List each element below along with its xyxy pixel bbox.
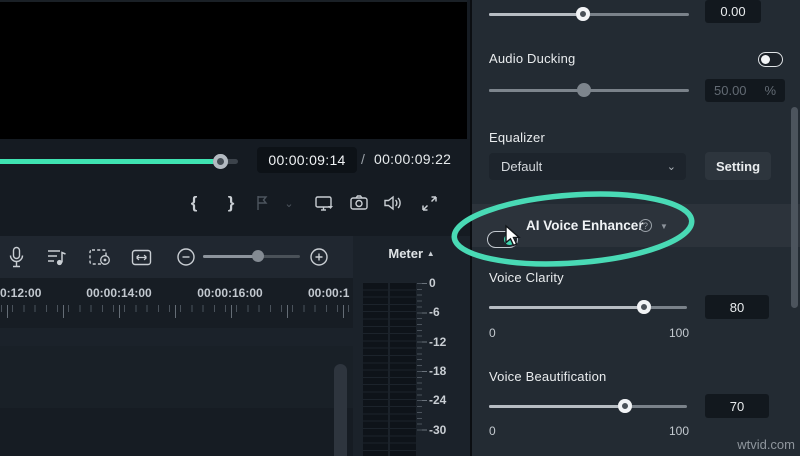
meter-scale-value: -24 [429, 393, 447, 407]
equalizer-label: Equalizer [489, 130, 545, 145]
fit-timeline-icon[interactable] [127, 236, 155, 278]
voice-beautification-label: Voice Beautification [489, 369, 607, 384]
meter-bar-right [390, 282, 416, 456]
meter-scale-value: 0 [429, 276, 436, 290]
mark-out-button[interactable]: } [223, 191, 239, 215]
voice-beautification-slider-handle[interactable] [618, 399, 632, 413]
audio-ducking-slider-handle[interactable] [577, 83, 591, 97]
percent-unit: % [764, 83, 776, 98]
meter-scale-value: -30 [429, 423, 447, 437]
ruler-label: 00:00:14:00 [86, 286, 152, 300]
player-bar: 00:00:09:14 / 00:00:09:22 { } ⌄ [0, 139, 470, 236]
marker-icon[interactable] [251, 191, 273, 215]
watermark: wtvid.com [737, 437, 795, 452]
voice-beautification-max: 100 [668, 424, 689, 438]
ai-voice-enhancer-toggle[interactable] [487, 231, 518, 248]
timecode-separator: / [361, 151, 365, 167]
meter-scale-value: -6 [429, 305, 440, 319]
meter-scale-value: -18 [429, 364, 447, 378]
timeline-zoom-handle[interactable] [252, 250, 264, 262]
timeline-toolbar [0, 236, 353, 278]
audio-mixer-icon[interactable] [42, 236, 72, 278]
zoom-out-icon[interactable] [173, 236, 199, 278]
voice-clarity-label: Voice Clarity [489, 270, 564, 285]
meter-header[interactable]: Meter ▲ [353, 246, 470, 261]
volume-icon[interactable] [380, 191, 406, 215]
equalizer-setting-button[interactable]: Setting [705, 152, 771, 180]
meter-bar-left [363, 282, 388, 456]
help-icon[interactable]: ? [639, 219, 652, 232]
timeline-track[interactable] [0, 346, 353, 408]
record-voiceover-icon[interactable] [2, 236, 30, 278]
snapshot-camera-icon[interactable] [347, 191, 371, 215]
voice-beautification-min: 0 [489, 424, 496, 438]
audio-ducking-label: Audio Ducking [489, 51, 576, 66]
current-timecode[interactable]: 00:00:09:14 [257, 147, 357, 173]
voice-clarity-slider[interactable] [489, 306, 687, 309]
ruler-minor-ticks[interactable] [1, 305, 353, 312]
ruler-label: 0:12:00 [0, 286, 42, 300]
ai-voice-enhancer-label: AI Voice Enhancer [526, 218, 644, 233]
display-device-icon[interactable] [312, 191, 336, 215]
audio-properties-panel: 0.00 Audio Ducking 50.00 % Equalizer Def… [470, 0, 800, 456]
voice-beautification-slider[interactable] [489, 405, 687, 408]
chevron-down-icon: ⌄ [666, 161, 676, 173]
voice-clarity-value-field[interactable]: 80 [705, 295, 769, 319]
render-preview-icon[interactable] [84, 236, 116, 278]
audio-meter-panel: Meter ▲ 0 -6 -12 -18 -24 -30 [353, 236, 470, 456]
panel-scrollbar[interactable] [791, 107, 798, 308]
seek-handle[interactable] [213, 154, 228, 169]
seek-bar-fill [0, 159, 221, 164]
timeline-vertical-scrollbar[interactable] [334, 364, 347, 456]
equalizer-preset-dropdown[interactable]: Default ⌄ [489, 153, 686, 180]
meter-minor-ticks [417, 283, 422, 435]
meter-collapse-icon: ▲ [426, 249, 435, 258]
ruler-label: 00:00:16:00 [197, 286, 263, 300]
voice-clarity-min: 0 [489, 326, 496, 340]
total-timecode: 00:00:09:22 [374, 151, 452, 167]
audio-ducking-toggle[interactable] [758, 52, 783, 67]
meter-scale-value: -12 [429, 335, 447, 349]
ruler-label: 00:00:1 [308, 286, 350, 300]
marker-chevron-icon[interactable]: ⌄ [281, 191, 297, 215]
audio-ducking-value-field[interactable]: 50.00 % [705, 79, 785, 102]
voice-clarity-max: 100 [668, 326, 689, 340]
video-preview[interactable] [0, 0, 467, 139]
app-window: 00:00:09:14 / 00:00:09:22 { } ⌄ 0:12:00 … [0, 0, 800, 456]
ai-expander-caret-icon[interactable]: ▼ [660, 222, 668, 231]
top-value-field[interactable]: 0.00 [705, 0, 761, 23]
voice-clarity-slider-handle[interactable] [637, 300, 651, 314]
top-slider-handle[interactable] [576, 7, 590, 21]
fullscreen-icon[interactable] [417, 191, 441, 215]
timeline-track[interactable] [0, 328, 353, 346]
timeline-track[interactable] [0, 408, 353, 456]
zoom-in-icon[interactable] [306, 236, 332, 278]
voice-beautification-value-field[interactable]: 70 [705, 394, 769, 418]
seek-bar[interactable] [0, 159, 238, 164]
mark-in-button[interactable]: { [186, 191, 202, 215]
current-timecode-value: 00:00:09:14 [268, 152, 346, 168]
